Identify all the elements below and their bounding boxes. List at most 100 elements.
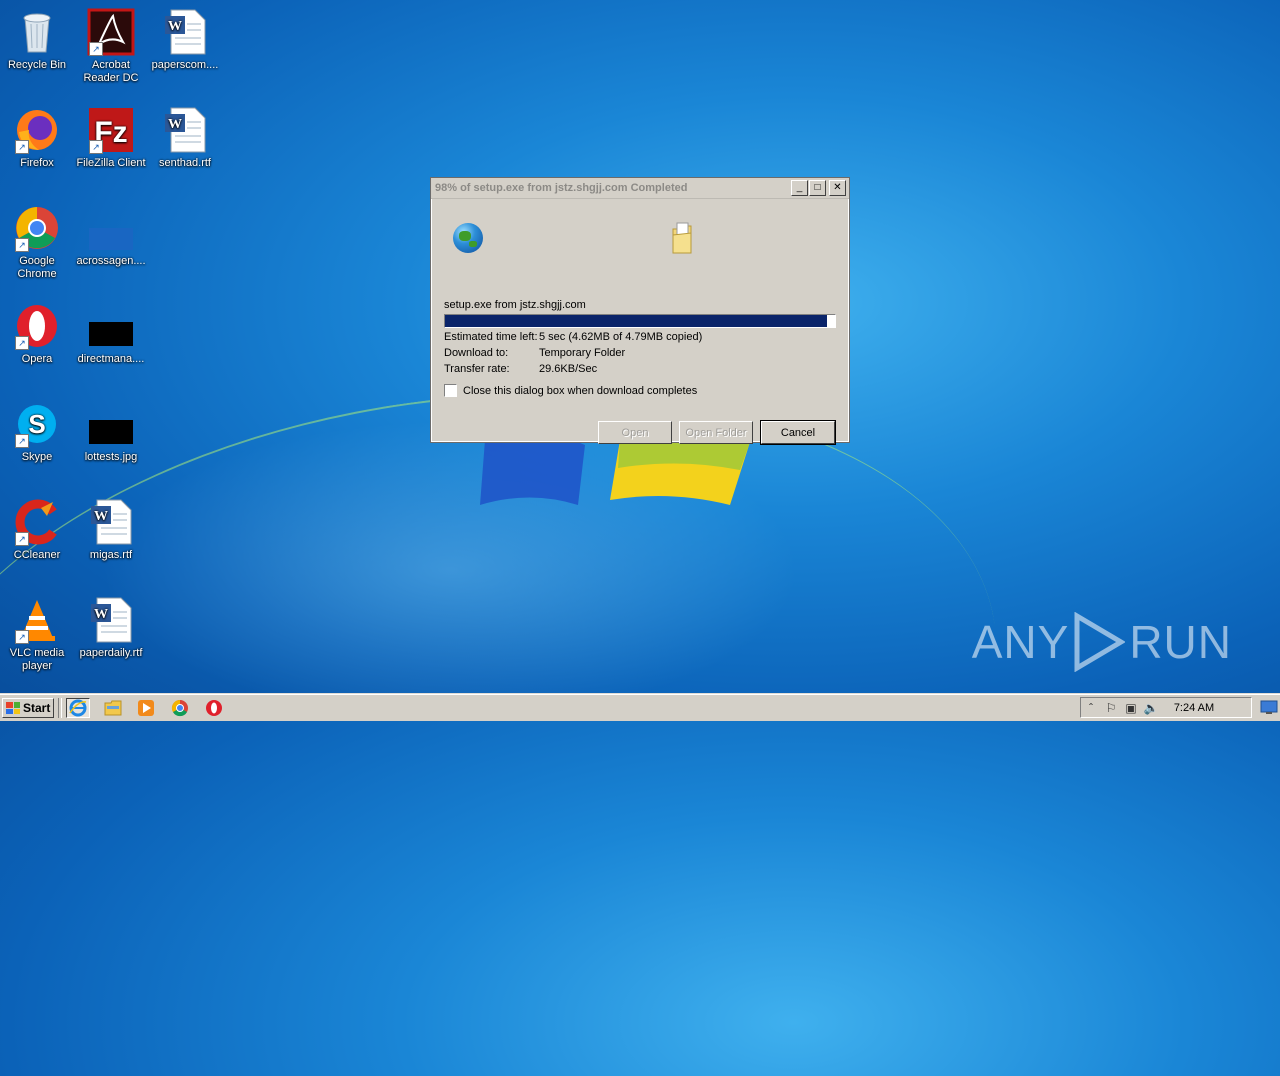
svg-text:S: S <box>28 409 45 439</box>
internet-explorer-icon[interactable] <box>66 698 90 718</box>
cancel-button[interactable]: Cancel <box>760 420 836 445</box>
action-center-flag-icon[interactable]: ⚐ <box>1101 699 1121 717</box>
desktop-icon-label: lottests.jpg <box>84 451 138 463</box>
shortcut-arrow-icon: ↗ <box>15 532 29 546</box>
watermark-left-text: ANY <box>971 616 1070 668</box>
desktop-icon-ccleaner[interactable]: ↗ CCleaner <box>0 498 74 562</box>
recycle-bin-icon <box>13 8 61 56</box>
minimize-button[interactable]: _ <box>791 180 808 196</box>
show-desktop-icon[interactable] <box>1260 699 1278 715</box>
shortcut-arrow-icon: ↗ <box>15 336 29 350</box>
transfer-rate-label: Transfer rate: <box>444 363 510 375</box>
black-image-icon <box>87 302 135 350</box>
anyrun-watermark: ANY RUN <box>972 612 1232 672</box>
estimated-time-row: Estimated time left:5 sec (4.62MB of 4.7… <box>444 331 702 343</box>
dialog-title: 98% of setup.exe from jstz.shgjj.com Com… <box>435 182 688 194</box>
word-document-icon: W <box>87 596 135 644</box>
taskbar: Start ˆ ⚐ ▣ 🔈 7:24 AM <box>0 694 1280 721</box>
desktop-icon-acrossagen[interactable]: acrossagen.... <box>74 204 148 268</box>
skype-icon: S ↗ <box>13 400 61 448</box>
shortcut-arrow-icon: ↗ <box>15 434 29 448</box>
shortcut-arrow-icon: ↗ <box>15 140 29 154</box>
shortcut-arrow-icon: ↗ <box>15 238 29 252</box>
play-logo-icon <box>1074 612 1126 672</box>
desktop-icon-lottests[interactable]: lottests.jpg <box>74 400 148 464</box>
desktop-icon-label: Firefox <box>20 157 54 169</box>
desktop-icon-label: paperscom.... <box>151 59 219 71</box>
quicklaunch-separator <box>58 698 62 718</box>
network-icon[interactable]: ▣ <box>1121 699 1141 717</box>
desktop-icon-firefox[interactable]: ↗ Firefox <box>0 106 74 170</box>
desktop-icon-label: VLC media player <box>9 647 65 672</box>
clock[interactable]: 7:24 AM <box>1161 699 1227 717</box>
desktop-icon-directmana[interactable]: directmana.... <box>74 302 148 366</box>
opera-taskbar-icon[interactable] <box>202 698 226 718</box>
chrome-taskbar-icon[interactable] <box>168 698 192 718</box>
vlc-icon: ↗ <box>13 596 61 644</box>
download-to-row: Download to: Temporary Folder <box>444 347 625 359</box>
svg-text:W: W <box>94 607 108 622</box>
close-when-complete-checkbox[interactable] <box>444 384 457 397</box>
shortcut-arrow-icon: ↗ <box>89 140 103 154</box>
desktop-icon-opera[interactable]: ↗ Opera <box>0 302 74 366</box>
word-document-icon: W <box>161 106 209 154</box>
transfer-rate-value: 29.6KB/Sec <box>539 363 598 375</box>
shortcut-arrow-icon: ↗ <box>89 42 103 56</box>
estimated-time-value: 5 sec (4.62MB of 4.79MB copied) <box>539 331 703 343</box>
download-filename: setup.exe from jstz.shgjj.com <box>444 299 586 311</box>
desktop-icon-label: Skype <box>21 451 53 463</box>
start-label: Start <box>23 701 51 715</box>
desktop-icon-senthad[interactable]: W senthad.rtf <box>148 106 222 170</box>
desktop-icon-paperscom[interactable]: W paperscom.... <box>148 8 222 72</box>
volume-icon[interactable]: 🔈 <box>1141 699 1161 717</box>
desktop-icon-skype[interactable]: S ↗ Skype <box>0 400 74 464</box>
dialog-titlebar[interactable]: 98% of setup.exe from jstz.shgjj.com Com… <box>431 178 849 199</box>
system-tray: ˆ ⚐ ▣ 🔈 7:24 AM <box>1080 697 1252 718</box>
transfer-rate-row: Transfer rate: 29.6KB/Sec <box>444 363 597 375</box>
download-progress-dialog: 98% of setup.exe from jstz.shgjj.com Com… <box>430 177 850 445</box>
desktop-icon-label: Acrobat Reader DC <box>83 59 139 84</box>
download-to-value: Temporary Folder <box>539 347 626 359</box>
shortcut-arrow-icon: ↗ <box>15 630 29 644</box>
desktop-icon-recycle-bin[interactable]: Recycle Bin <box>0 8 74 72</box>
estimated-time-label: Estimated time left: <box>444 331 538 343</box>
desktop-icon-filezilla[interactable]: Fz ↗ FileZilla Client <box>74 106 148 170</box>
desktop-icon-vlc[interactable]: ↗ VLC media player <box>0 596 74 673</box>
black-image-icon <box>87 400 135 448</box>
desktop-icon-migas[interactable]: W migas.rtf <box>74 498 148 562</box>
desktop-icon-label: senthad.rtf <box>159 157 211 169</box>
show-hidden-icons-icon[interactable]: ˆ <box>1081 699 1101 717</box>
desktop-icon-label: FileZilla Client <box>76 157 146 169</box>
download-progress-fill <box>445 315 828 327</box>
open-folder-button[interactable]: Open Folder <box>679 421 753 444</box>
desktop-icon-paperdaily[interactable]: W paperdaily.rtf <box>74 596 148 660</box>
desktop-icon-acrobat[interactable]: ↗ Acrobat Reader DC <box>74 8 148 85</box>
open-button[interactable]: Open <box>598 421 672 444</box>
desktop-icon-label: acrossagen.... <box>76 255 146 267</box>
desktop-icon-label: Recycle Bin <box>7 59 67 71</box>
desktop-icon-label: directmana.... <box>77 353 145 365</box>
maximize-button[interactable]: □ <box>809 180 826 196</box>
desktop-icon-chrome[interactable]: ↗ Google Chrome <box>0 204 74 281</box>
chrome-icon: ↗ <box>13 204 61 252</box>
svg-text:W: W <box>168 117 182 132</box>
download-to-label: Download to: <box>444 347 509 359</box>
desktop-icon-label: migas.rtf <box>89 549 133 561</box>
desktop-icon-label: CCleaner <box>13 549 61 561</box>
ccleaner-icon: ↗ <box>13 498 61 546</box>
filezilla-icon: Fz ↗ <box>87 106 135 154</box>
acrobat-icon: ↗ <box>87 8 135 56</box>
download-progress-bar <box>444 314 836 328</box>
close-when-complete-label: Close this dialog box when download comp… <box>463 384 698 397</box>
close-button[interactable]: ✕ <box>829 180 846 196</box>
firefox-icon: ↗ <box>13 106 61 154</box>
word-document-icon: W <box>87 498 135 546</box>
blank-file-icon <box>87 204 135 252</box>
start-button[interactable]: Start <box>2 698 54 718</box>
desktop-icon-label: paperdaily.rtf <box>79 647 143 659</box>
windows-flag-icon <box>6 702 20 714</box>
svg-text:W: W <box>94 509 108 524</box>
media-player-icon[interactable] <box>134 698 158 718</box>
close-when-complete-checkbox-row[interactable]: Close this dialog box when download comp… <box>444 384 697 397</box>
explorer-folder-icon[interactable] <box>101 698 125 718</box>
